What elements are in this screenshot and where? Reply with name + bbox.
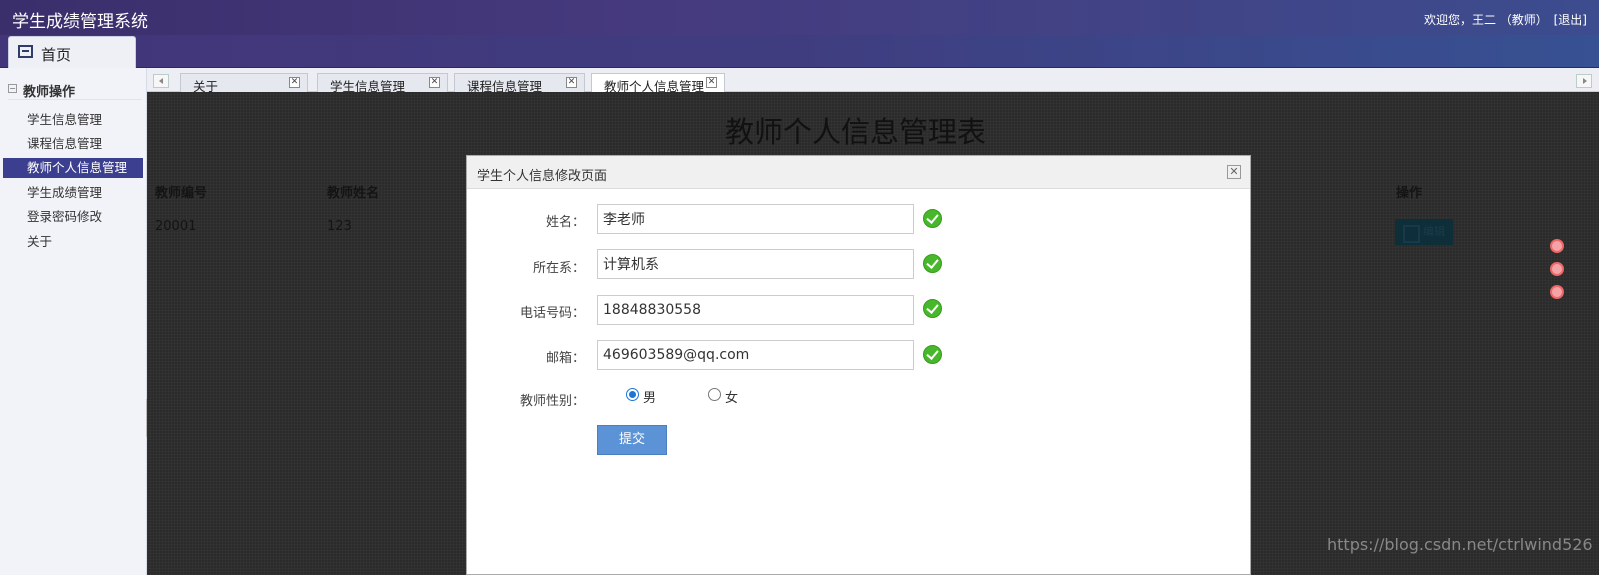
valid-check-icon	[923, 299, 942, 318]
email-label: 邮箱：	[545, 351, 585, 366]
home-tab[interactable]: 首页	[8, 36, 136, 68]
sidebar-item-password[interactable]: 登录密码修改	[3, 207, 143, 227]
tab-course-info[interactable]: 课程信息管理 ✕	[454, 73, 585, 94]
content-tab-strip: 关于 ✕ 学生信息管理 ✕ 课程信息管理 ✕ 教师个人信息管理 ✕	[147, 68, 1599, 94]
gender-label: 教师性别：	[519, 394, 585, 409]
cell-teacher-name: 123	[327, 219, 352, 234]
gender-female-label: 女	[725, 391, 739, 406]
tab-about[interactable]: 关于 ✕	[180, 73, 308, 94]
app-title: 学生成绩管理系统	[12, 12, 148, 32]
sidebar-divider	[8, 99, 142, 100]
column-header-name: 教师姓名	[327, 186, 380, 201]
float-dot-icon	[1550, 285, 1564, 299]
phone-label: 电话号码：	[519, 306, 585, 321]
edit-teacher-dialog: 学生个人信息修改页面 ✕ 姓名： 所在系： 电话号码： 邮箱： 教师性别： 男 …	[466, 155, 1251, 575]
sidebar: − 教师操作 学生信息管理 课程信息管理 教师个人信息管理 学生成绩管理 登录密…	[0, 68, 147, 575]
close-icon[interactable]: ✕	[1227, 165, 1241, 179]
column-header-action: 操作	[1396, 186, 1423, 201]
collapse-icon[interactable]: −	[8, 84, 17, 93]
sidebar-group-header[interactable]: − 教师操作	[0, 79, 147, 101]
dialog-header: 学生个人信息修改页面 ✕	[467, 156, 1250, 189]
department-label: 所在系：	[532, 261, 585, 276]
submit-button[interactable]: 提交	[597, 425, 667, 455]
home-tab-label: 首页	[41, 46, 72, 64]
sidebar-item-course-info[interactable]: 课程信息管理	[3, 134, 143, 154]
cell-teacher-id: 20001	[155, 219, 197, 234]
sidebar-item-student-info[interactable]: 学生信息管理	[3, 110, 143, 130]
top-tab-strip: 首页	[0, 35, 1599, 68]
sidebar-item-teacher-info[interactable]: 教师个人信息管理	[3, 158, 143, 178]
top-header: 学生成绩管理系统 欢迎您，王二 （教师） [退出]	[0, 0, 1599, 35]
welcome-text: 欢迎您，王二 （教师）	[1423, 13, 1548, 27]
name-label: 姓名：	[545, 215, 585, 230]
valid-check-icon	[923, 345, 942, 364]
name-input[interactable]	[597, 204, 914, 234]
tab-scroll-left-icon[interactable]	[153, 74, 169, 88]
window-icon	[18, 45, 33, 58]
gender-male-radio[interactable]	[626, 388, 639, 401]
close-icon[interactable]: ✕	[566, 77, 577, 88]
tab-teacher-info[interactable]: 教师个人信息管理 ✕	[591, 73, 725, 94]
float-dot-icon	[1550, 262, 1564, 276]
email-input[interactable]	[597, 340, 914, 370]
logout-link[interactable]: [退出]	[1554, 13, 1587, 27]
close-icon[interactable]: ✕	[429, 77, 440, 88]
sidebar-item-about[interactable]: 关于	[3, 232, 143, 252]
edit-button[interactable]: 编辑	[1395, 219, 1453, 245]
valid-check-icon	[923, 254, 942, 273]
close-icon[interactable]: ✕	[289, 77, 300, 88]
column-header-id: 教师编号	[155, 186, 208, 201]
gender-female-radio[interactable]	[708, 388, 721, 401]
valid-check-icon	[923, 209, 942, 228]
dialog-title: 学生个人信息修改页面	[477, 169, 608, 184]
page-title: 教师个人信息管理表	[725, 115, 987, 149]
tab-scroll-right-icon[interactable]	[1576, 74, 1592, 88]
gender-male-label: 男	[643, 391, 657, 406]
sidebar-group-title: 教师操作	[23, 85, 76, 100]
watermark: https://blog.csdn.net/ctrlwind526	[1327, 535, 1593, 554]
phone-input[interactable]	[597, 295, 914, 325]
sidebar-item-grades[interactable]: 学生成绩管理	[3, 183, 143, 203]
float-dot-icon	[1550, 239, 1564, 253]
user-info: 欢迎您，王二 （教师） [退出]	[1422, 11, 1587, 28]
tab-student-info[interactable]: 学生信息管理 ✕	[317, 73, 448, 94]
department-input[interactable]	[597, 249, 914, 279]
close-icon[interactable]: ✕	[706, 77, 717, 88]
